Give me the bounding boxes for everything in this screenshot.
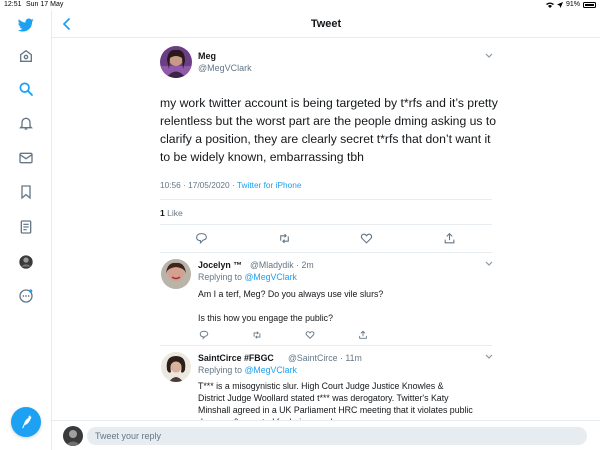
tweet-timestamp: 10:56 · 17/05/2020 ·: [160, 180, 237, 190]
chevron-down-icon[interactable]: [485, 354, 493, 360]
retweet-button[interactable]: [252, 330, 262, 340]
reply-text-line: Minshall agreed in a UK Parliament HRC m…: [198, 405, 473, 415]
header: Tweet: [52, 10, 600, 38]
chevron-down-icon[interactable]: [485, 53, 493, 59]
status-bar: 12:51 Sun 17 May 91%: [0, 0, 600, 10]
share-button[interactable]: [358, 330, 368, 340]
wifi-icon: [545, 2, 554, 8]
bookmark-icon[interactable]: [17, 183, 35, 201]
author-name[interactable]: Meg: [198, 51, 216, 61]
like-button[interactable]: [360, 232, 373, 245]
reply-handle[interactable]: @Mladydik · 2m: [250, 260, 314, 270]
heart-icon: [305, 331, 315, 339]
author-handle[interactable]: @MegVClark: [198, 63, 252, 73]
divider: [160, 224, 492, 225]
share-button[interactable]: [443, 232, 456, 245]
avatar-icon[interactable]: [17, 253, 35, 271]
location-icon: [556, 2, 563, 8]
reply-input[interactable]: [87, 427, 587, 445]
bell-icon[interactable]: [17, 114, 35, 132]
tweet-source[interactable]: Twitter for iPhone: [237, 180, 302, 190]
replying-to-link[interactable]: @MegVClark: [244, 365, 296, 375]
likes-count[interactable]: 1 Like: [160, 208, 183, 218]
compose-button[interactable]: [11, 407, 41, 437]
twitter-bird-icon[interactable]: [17, 16, 35, 34]
share-icon: [359, 330, 367, 339]
reply-composer: [52, 420, 600, 450]
replying-to: Replying to @MegVClark: [198, 365, 297, 375]
compose-feather-icon: [21, 415, 31, 428]
reply-name[interactable]: Jocelyn ™: [198, 260, 242, 270]
reply-text-line: Is this how you engage the public?: [198, 313, 333, 323]
user-avatar[interactable]: [63, 426, 83, 446]
divider: [160, 199, 492, 200]
reply-text-line: T*** is a misogynistic slur. High Court …: [198, 381, 444, 391]
heart-icon: [360, 233, 373, 244]
status-right: 91%: [545, 0, 596, 10]
home-icon[interactable]: [17, 47, 35, 65]
reply-button[interactable]: [199, 330, 209, 340]
mail-icon[interactable]: [17, 149, 35, 167]
search-icon[interactable]: [17, 80, 35, 98]
chevron-down-icon[interactable]: [485, 261, 493, 267]
retweet-icon: [280, 233, 289, 244]
like-button[interactable]: [305, 330, 315, 340]
tweet-text: my work twitter account is being targete…: [160, 96, 498, 164]
page-title: Tweet: [310, 18, 342, 30]
retweet-icon: [253, 331, 261, 339]
reply-name[interactable]: SaintCirce #FBGC: [198, 353, 274, 363]
reply-handle[interactable]: @SaintCirce · 11m: [288, 353, 362, 363]
battery-icon: [583, 2, 596, 8]
replying-prefix: Replying to: [198, 365, 245, 375]
list-icon[interactable]: [17, 218, 35, 236]
status-date: Sun 17 May: [26, 1, 64, 8]
reply-text-line: District Judge Woollard stated t*** was …: [198, 393, 449, 403]
more-icon[interactable]: [17, 287, 35, 305]
reply-avatar[interactable]: [161, 259, 191, 289]
reply-icon: [199, 330, 209, 340]
likes-label: Like: [164, 208, 183, 218]
battery-percent: 91%: [565, 1, 580, 8]
share-icon: [444, 232, 455, 244]
retweet-button[interactable]: [278, 232, 291, 245]
status-time: 12:51: [4, 1, 22, 8]
tweet-meta: 10:56 · 17/05/2020 · Twitter for iPhone: [160, 180, 301, 190]
reply-avatar[interactable]: [161, 352, 191, 382]
reply-text-line: Am I a terf, Meg? Do you always use vile…: [198, 289, 384, 299]
divider: [160, 345, 492, 346]
reply-icon: [196, 233, 207, 245]
replying-to-link[interactable]: @MegVClark: [244, 272, 296, 282]
replying-to: Replying to @MegVClark: [198, 272, 297, 282]
sidebar: [0, 10, 52, 450]
author-avatar[interactable]: [160, 46, 192, 78]
divider: [160, 252, 492, 253]
reply-button[interactable]: [195, 232, 208, 245]
replying-prefix: Replying to: [198, 272, 245, 282]
